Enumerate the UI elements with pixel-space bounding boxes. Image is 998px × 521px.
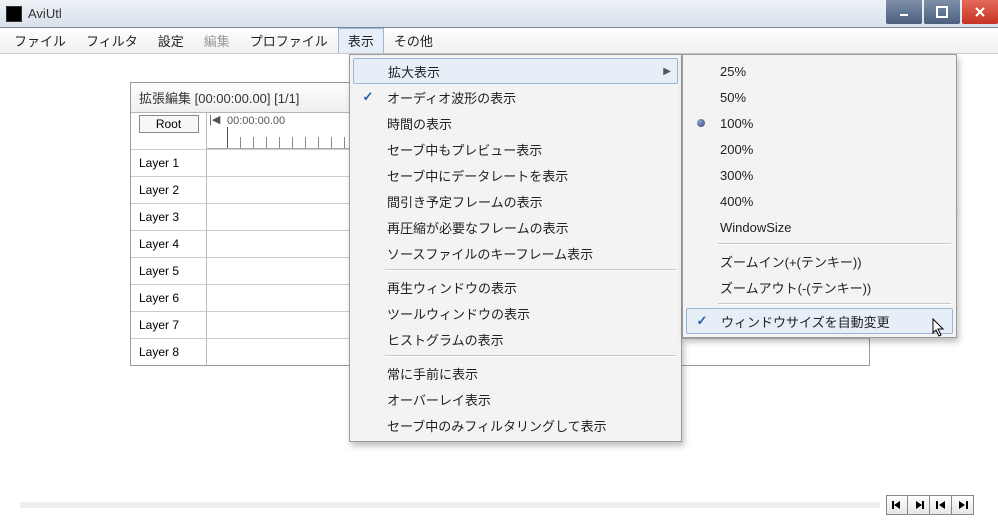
zoom-menu-item[interactable]: 400% bbox=[686, 188, 953, 214]
menu-item-label: 50% bbox=[716, 90, 947, 105]
menu-item-0[interactable]: ファイル bbox=[4, 28, 76, 53]
view-menu-item[interactable]: セーブ中もプレビュー表示 bbox=[353, 136, 678, 162]
title-bar: AviUtl bbox=[0, 0, 998, 28]
zoom-menu-item[interactable]: 200% bbox=[686, 136, 953, 162]
maximize-button[interactable] bbox=[924, 0, 960, 24]
menu-item-label: セーブ中のみフィルタリングして表示 bbox=[383, 416, 672, 435]
menu-item-3[interactable]: 編集 bbox=[194, 28, 240, 53]
layer-label[interactable]: Layer 8 bbox=[131, 339, 207, 365]
view-menu-dropdown: 拡大表示▶ ✓ オーディオ波形の表示時間の表示セーブ中もプレビュー表示セーブ中にデー… bbox=[349, 54, 682, 442]
view-menu-item[interactable]: 時間の表示 bbox=[353, 110, 678, 136]
view-menu-item[interactable]: 常に手前に表示 bbox=[353, 360, 678, 386]
menu-bar: ファイルフィルタ設定編集プロファイル表示その他 bbox=[0, 28, 998, 54]
zoom-menu-item[interactable]: ズームアウト(-(テンキー)) bbox=[686, 274, 953, 300]
seek-track[interactable] bbox=[20, 502, 880, 508]
menu-item-label: 25% bbox=[716, 64, 947, 79]
menu-item-label: ソースファイルのキーフレーム表示 bbox=[383, 244, 672, 263]
menu-item-label: 再生ウィンドウの表示 bbox=[383, 278, 672, 297]
view-menu-item[interactable]: ツールウィンドウの表示 bbox=[353, 300, 678, 326]
menu-item-label: 時間の表示 bbox=[383, 114, 672, 133]
view-menu-item[interactable]: ヒストグラムの表示 bbox=[353, 326, 678, 352]
view-menu-item[interactable]: 再圧縮が必要なフレームの表示 bbox=[353, 214, 678, 240]
view-menu-item[interactable]: 間引き予定フレームの表示 bbox=[353, 188, 678, 214]
menu-item-label: ウィンドウサイズを自動変更 bbox=[717, 312, 946, 331]
menu-item-label: 間引き予定フレームの表示 bbox=[383, 192, 672, 211]
go-end-button[interactable] bbox=[952, 495, 974, 515]
step-back-button[interactable] bbox=[886, 495, 908, 515]
menu-item-label: 再圧縮が必要なフレームの表示 bbox=[383, 218, 672, 237]
menu-separator bbox=[718, 243, 951, 245]
view-menu-item[interactable]: オーバーレイ表示 bbox=[353, 386, 678, 412]
menu-item-label: セーブ中もプレビュー表示 bbox=[383, 140, 672, 159]
view-menu-item[interactable]: ✓ オーディオ波形の表示 bbox=[353, 84, 678, 110]
layer-label[interactable]: Layer 7 bbox=[131, 312, 207, 338]
go-start-button[interactable] bbox=[930, 495, 952, 515]
tick-label: 00:00:00.00 bbox=[227, 115, 285, 127]
menu-item-label: セーブ中にデータレートを表示 bbox=[383, 166, 672, 185]
layer-label[interactable]: Layer 3 bbox=[131, 204, 207, 230]
layer-label[interactable]: Layer 4 bbox=[131, 231, 207, 257]
zoom-menu-item[interactable]: WindowSize bbox=[686, 214, 953, 240]
close-button[interactable] bbox=[962, 0, 998, 24]
layer-label[interactable]: Layer 2 bbox=[131, 177, 207, 203]
menu-item-label: オーバーレイ表示 bbox=[383, 390, 672, 409]
menu-item-6[interactable]: その他 bbox=[384, 28, 443, 53]
menu-item-label: 400% bbox=[716, 194, 947, 209]
zoom-submenu: 25% 50% 100% 200% 300% 400% WindowSize ズームイン(+(… bbox=[682, 54, 957, 338]
menu-item-1[interactable]: フィルタ bbox=[76, 28, 148, 53]
app-icon bbox=[6, 6, 22, 22]
zoom-menu-item[interactable]: ✓ ウィンドウサイズを自動変更 bbox=[686, 308, 953, 334]
zoom-menu-item[interactable]: ズームイン(+(テンキー)) bbox=[686, 248, 953, 274]
app-title: AviUtl bbox=[28, 6, 996, 21]
radio-icon bbox=[697, 119, 705, 127]
menu-item-4[interactable]: プロファイル bbox=[240, 28, 338, 53]
menu-item-label: ヒストグラムの表示 bbox=[383, 330, 672, 349]
menu-item-label: 300% bbox=[716, 168, 947, 183]
view-menu-item[interactable]: 再生ウィンドウの表示 bbox=[353, 274, 678, 300]
layer-label[interactable]: Layer 5 bbox=[131, 258, 207, 284]
menu-separator bbox=[385, 355, 676, 357]
menu-item-label: 100% bbox=[716, 116, 947, 131]
zoom-menu-item[interactable]: 100% bbox=[686, 110, 953, 136]
menu-item-label: 200% bbox=[716, 142, 947, 157]
root-button[interactable]: Root bbox=[139, 115, 199, 133]
menu-item-5[interactable]: 表示 bbox=[338, 28, 384, 53]
zoom-menu-item[interactable]: 300% bbox=[686, 162, 953, 188]
check-icon: ✓ bbox=[697, 313, 708, 329]
pivot-marker: |◀ bbox=[209, 113, 220, 126]
menu-item-label: オーディオ波形の表示 bbox=[383, 88, 672, 107]
menu-item-label: WindowSize bbox=[716, 220, 947, 235]
minimize-button[interactable] bbox=[886, 0, 922, 24]
layer-label[interactable]: Layer 6 bbox=[131, 285, 207, 311]
view-menu-item[interactable]: ソースファイルのキーフレーム表示 bbox=[353, 240, 678, 266]
transport-bar bbox=[20, 495, 974, 515]
view-menu-item[interactable]: 拡大表示▶ bbox=[353, 58, 678, 84]
submenu-arrow-icon: ▶ bbox=[663, 66, 671, 77]
menu-item-label: ズームイン(+(テンキー)) bbox=[716, 252, 947, 271]
menu-separator bbox=[718, 303, 951, 305]
window-controls bbox=[884, 0, 998, 24]
menu-item-label: ズームアウト(-(テンキー)) bbox=[716, 278, 947, 297]
zoom-menu-item[interactable]: 25% bbox=[686, 58, 953, 84]
menu-item-label: 常に手前に表示 bbox=[383, 364, 672, 383]
view-menu-item[interactable]: セーブ中のみフィルタリングして表示 bbox=[353, 412, 678, 438]
menu-item-2[interactable]: 設定 bbox=[148, 28, 194, 53]
layer-label[interactable]: Layer 1 bbox=[131, 150, 207, 176]
check-icon: ✓ bbox=[363, 89, 374, 105]
step-forward-button[interactable] bbox=[908, 495, 930, 515]
menu-item-label: ツールウィンドウの表示 bbox=[383, 304, 672, 323]
menu-separator bbox=[385, 269, 676, 271]
view-menu-item[interactable]: セーブ中にデータレートを表示 bbox=[353, 162, 678, 188]
zoom-menu-item[interactable]: 50% bbox=[686, 84, 953, 110]
menu-item-label: 拡大表示 bbox=[384, 62, 663, 81]
